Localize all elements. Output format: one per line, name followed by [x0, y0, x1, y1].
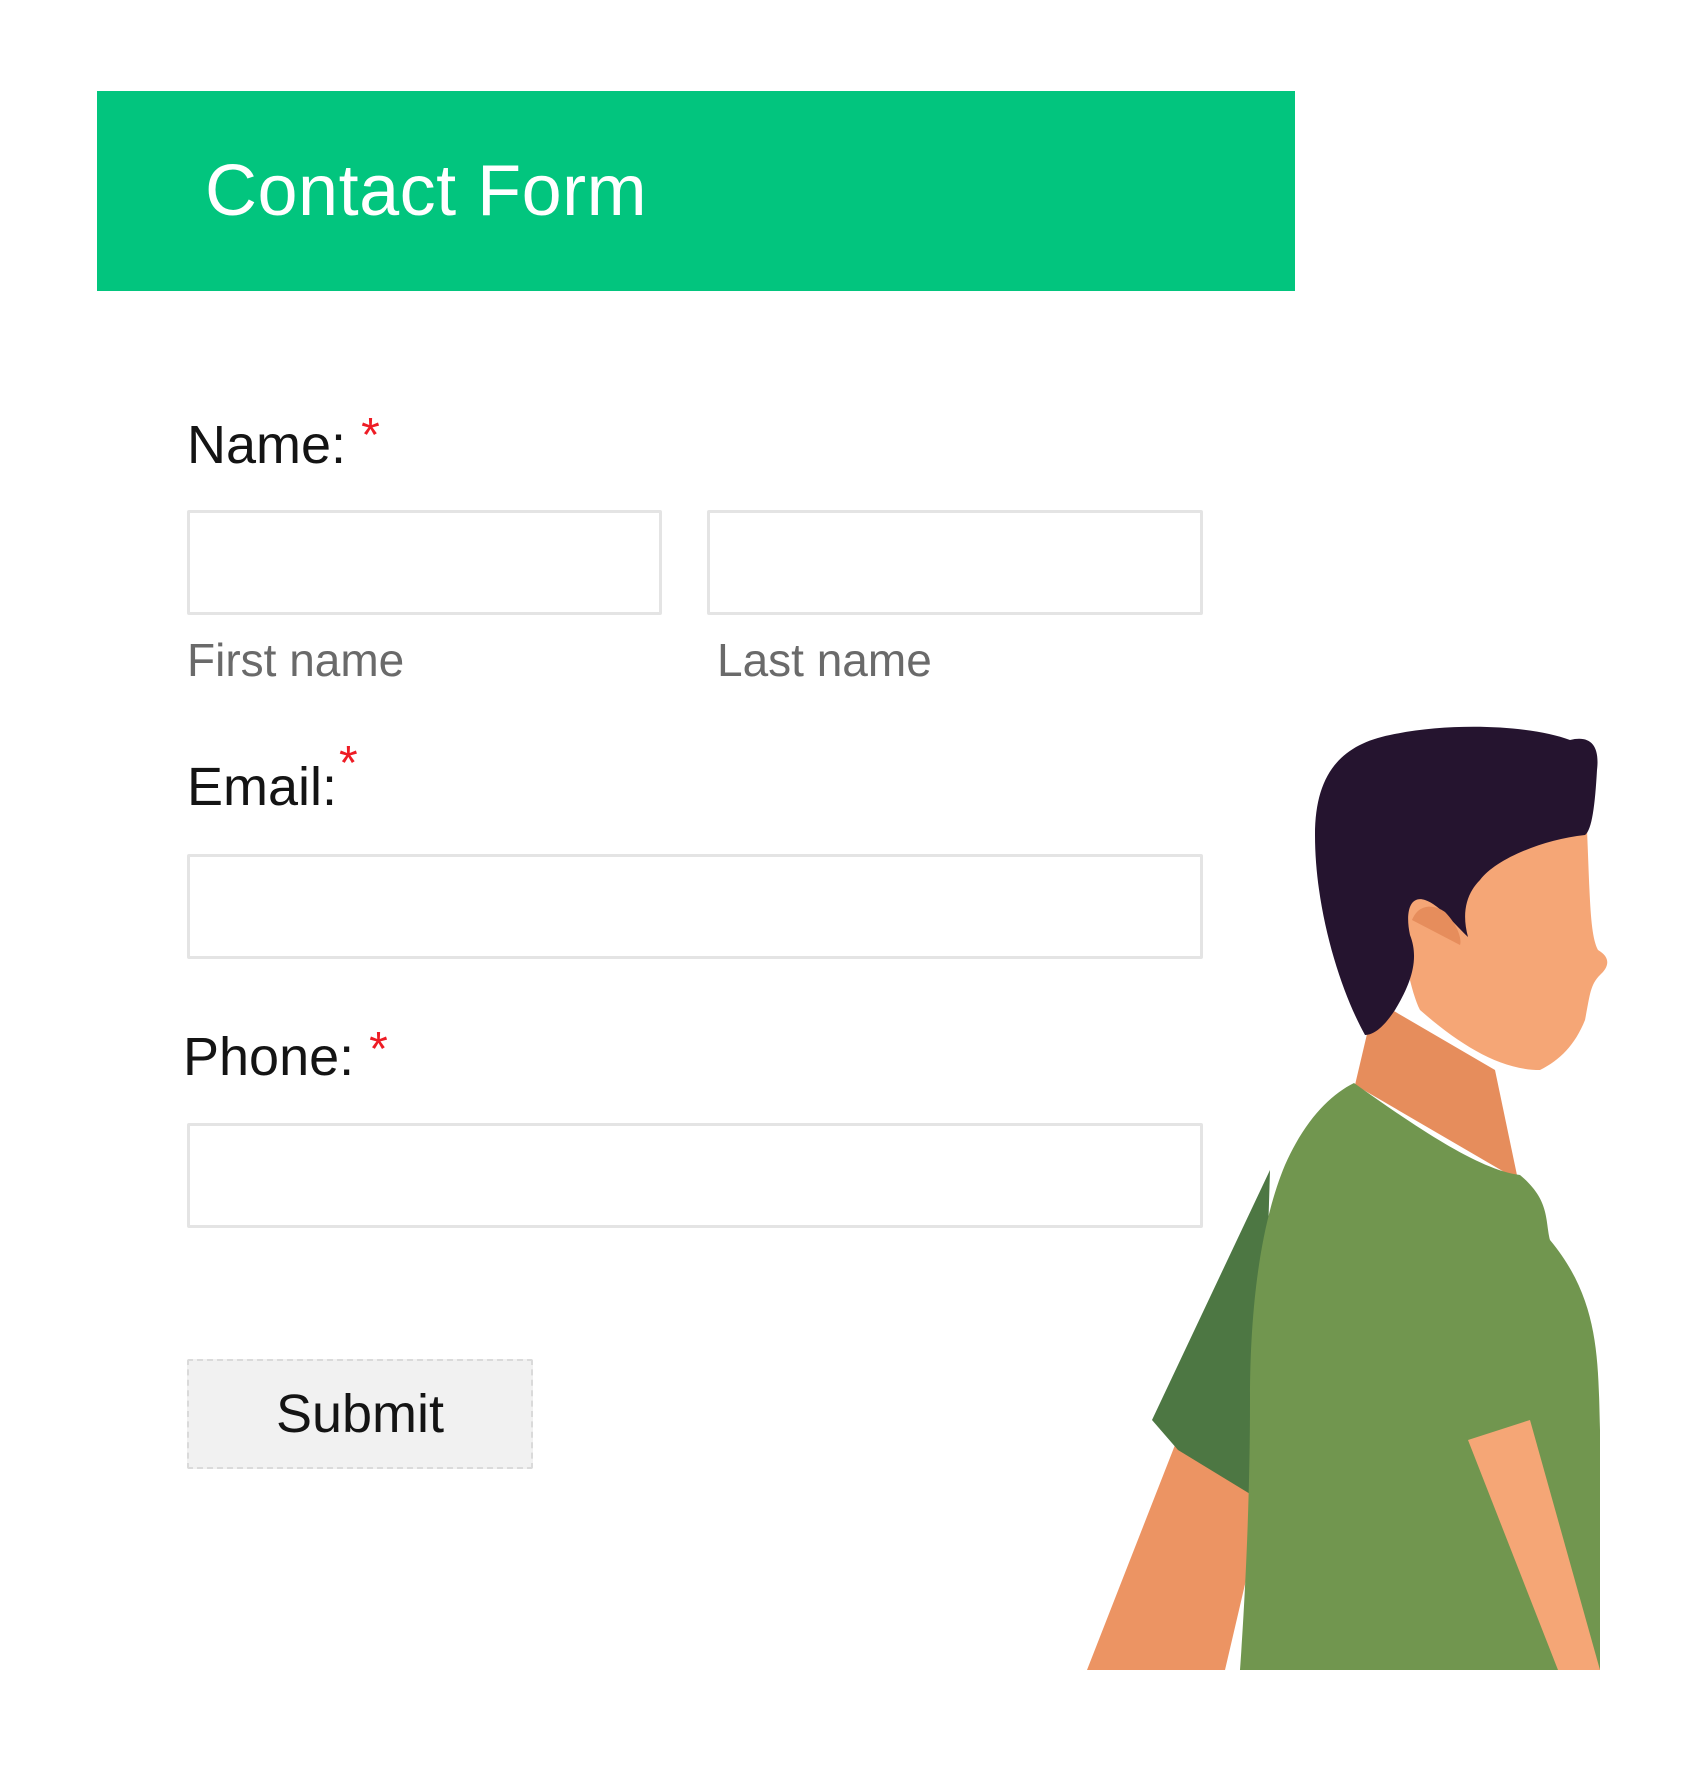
phone-input[interactable]	[187, 1123, 1203, 1228]
phone-required-mark: *	[369, 1023, 388, 1076]
email-required-mark: *	[339, 737, 358, 790]
name-label-text: Name:	[187, 415, 347, 475]
email-label: Email:*	[187, 740, 358, 817]
form-title: Contact Form	[205, 151, 648, 231]
last-name-input[interactable]	[707, 510, 1203, 615]
phone-label-text: Phone:	[183, 1027, 355, 1087]
name-label: Name: *	[187, 412, 380, 475]
email-label-text: Email:	[187, 757, 338, 817]
last-name-sublabel: Last name	[717, 634, 932, 686]
name-required-mark: *	[361, 409, 380, 462]
person-illustration-icon	[1087, 726, 1608, 1670]
submit-button[interactable]: Submit	[187, 1359, 533, 1469]
first-name-input[interactable]	[187, 510, 662, 615]
form-header: Contact Form	[97, 91, 1295, 291]
email-input[interactable]	[187, 854, 1203, 959]
phone-label: Phone: *	[183, 1026, 388, 1087]
first-name-sublabel: First name	[187, 634, 405, 686]
